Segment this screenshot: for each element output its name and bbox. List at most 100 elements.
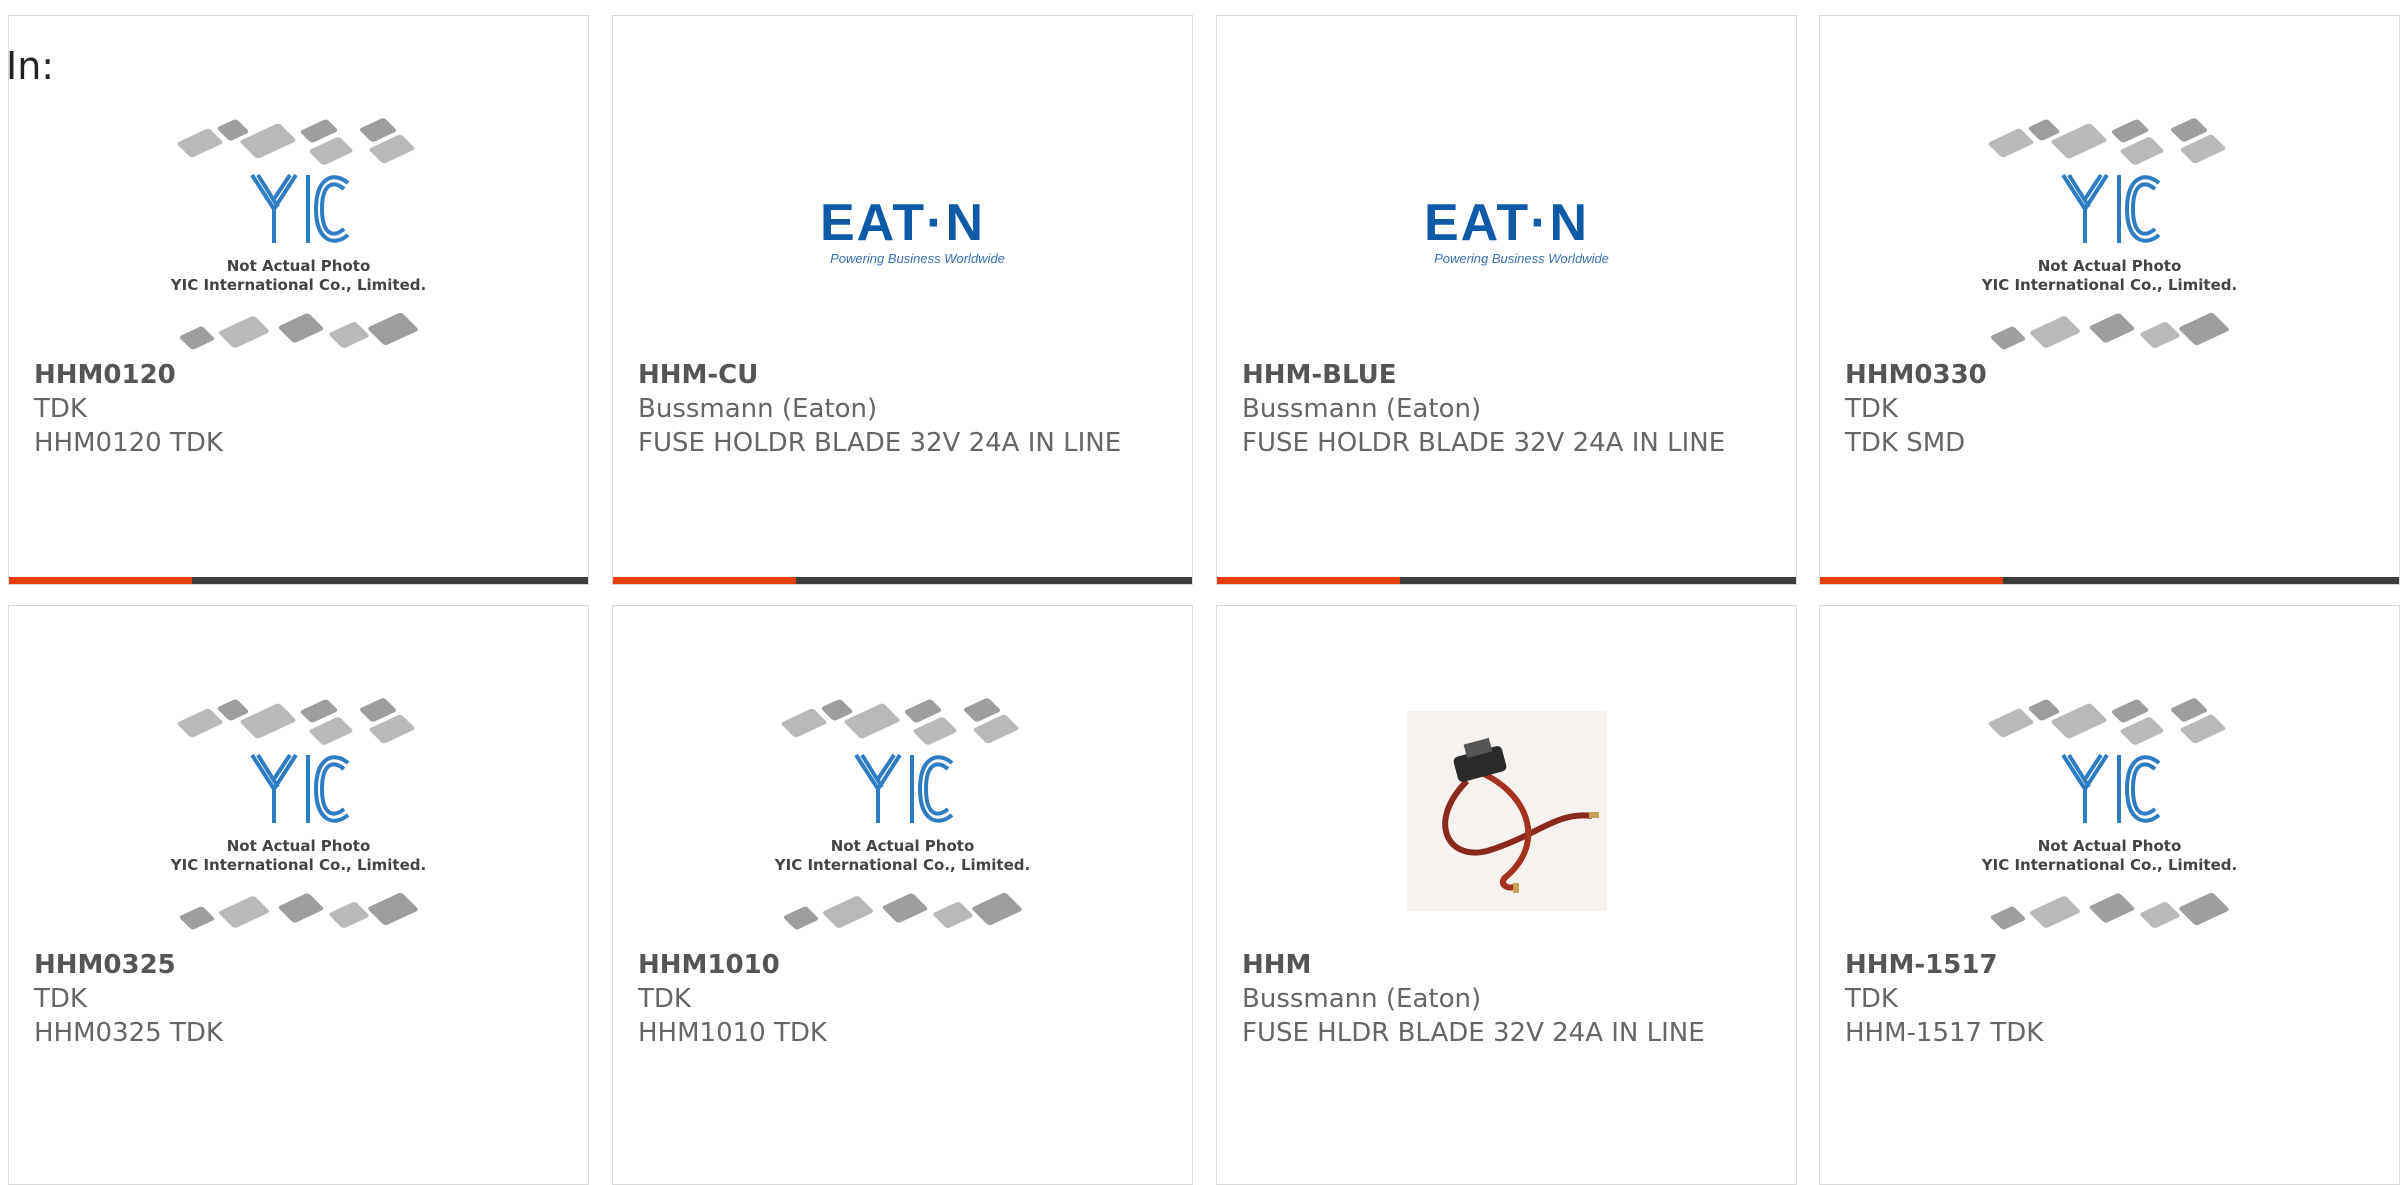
chip-graphic bbox=[175, 127, 224, 159]
eaton-logo: EAT·N Powering Business Worldwide bbox=[819, 193, 1005, 266]
part-number[interactable]: HHM bbox=[1242, 948, 1736, 982]
product-grid: Not Actual Photo YIC International Co., L… bbox=[0, 0, 2400, 1185]
eaton-logo: EAT·N Powering Business Worldwide bbox=[1423, 193, 1609, 266]
yic-placeholder-image: Not Actual Photo YIC International Co., L… bbox=[1975, 111, 2245, 351]
chip-graphic bbox=[1988, 905, 2027, 931]
manufacturer: Bussmann (Eaton) bbox=[1242, 394, 1482, 424]
chip-graphic bbox=[2028, 895, 2081, 929]
chip-graphic bbox=[276, 312, 325, 344]
manufacturer: TDK bbox=[1845, 984, 1898, 1014]
part-number[interactable]: HHM-BLUE bbox=[1242, 358, 1736, 392]
in-label: In: bbox=[6, 44, 55, 88]
product-image[interactable]: Not Actual Photo YIC International Co., L… bbox=[1820, 676, 2399, 946]
chip-graphic bbox=[779, 707, 828, 739]
product-image[interactable]: EAT·N Powering Business Worldwide bbox=[613, 96, 1192, 366]
yic-logo-icon bbox=[249, 173, 349, 243]
product-card[interactable]: Not Actual Photo YIC International Co., L… bbox=[1819, 15, 2400, 585]
chip-graphic bbox=[177, 905, 216, 931]
yic-logo-icon bbox=[249, 753, 349, 823]
yic-placeholder-image: Not Actual Photo YIC International Co., L… bbox=[1975, 691, 2245, 931]
chip-graphic bbox=[2049, 702, 2108, 740]
manufacturer: TDK bbox=[34, 984, 87, 1014]
not-actual-photo-text: Not Actual Photo bbox=[830, 837, 975, 855]
chip-graphic bbox=[1986, 707, 2035, 739]
yic-company-text: YIC International Co., Limited. bbox=[1981, 276, 2238, 294]
product-card[interactable]: HHM Bussmann (Eaton) FUSE HLDR BLADE 32V… bbox=[1216, 605, 1797, 1185]
chip-graphic bbox=[2177, 891, 2230, 927]
part-number[interactable]: HHM-1517 bbox=[1845, 948, 2339, 982]
product-card[interactable]: EAT·N Powering Business Worldwide HHM-CU… bbox=[612, 15, 1193, 585]
chip-graphic bbox=[821, 895, 874, 929]
not-actual-photo-text: Not Actual Photo bbox=[2037, 837, 2182, 855]
yic-logo-icon bbox=[2060, 173, 2160, 243]
yic-placeholder-image: Not Actual Photo YIC International Co., L… bbox=[164, 691, 434, 931]
chip-graphic bbox=[970, 891, 1023, 927]
part-number[interactable]: HHM0330 bbox=[1845, 358, 2339, 392]
card-bar bbox=[613, 577, 1192, 584]
chip-graphic bbox=[175, 707, 224, 739]
product-card[interactable]: Not Actual Photo YIC International Co., L… bbox=[612, 605, 1193, 1185]
product-card[interactable]: Not Actual Photo YIC International Co., L… bbox=[8, 15, 589, 585]
description: HHM1010 TDK bbox=[638, 1018, 827, 1048]
product-card[interactable]: EAT·N Powering Business Worldwide HHM-BL… bbox=[1216, 15, 1797, 585]
not-actual-photo-text: Not Actual Photo bbox=[226, 257, 371, 275]
product-image[interactable] bbox=[1217, 676, 1796, 946]
chip-graphic bbox=[217, 895, 270, 929]
chip-graphic bbox=[2087, 892, 2136, 924]
description: HHM-1517 TDK bbox=[1845, 1018, 2044, 1048]
chip-graphic bbox=[2049, 122, 2108, 160]
part-number[interactable]: HHM-CU bbox=[638, 358, 1132, 392]
product-image[interactable]: Not Actual Photo YIC International Co., L… bbox=[1820, 96, 2399, 366]
card-bar bbox=[1217, 577, 1796, 584]
product-image[interactable]: Not Actual Photo YIC International Co., L… bbox=[613, 676, 1192, 946]
chip-graphic bbox=[1986, 127, 2035, 159]
chip-graphic bbox=[238, 702, 297, 740]
chip-graphic bbox=[276, 892, 325, 924]
chip-graphic bbox=[842, 702, 901, 740]
chip-graphic bbox=[2087, 312, 2136, 344]
part-number[interactable]: HHM0325 bbox=[34, 948, 528, 982]
chip-graphic bbox=[880, 892, 929, 924]
product-image[interactable]: Not Actual Photo YIC International Co., L… bbox=[9, 96, 588, 366]
manufacturer: Bussmann (Eaton) bbox=[1242, 984, 1482, 1014]
chip-graphic bbox=[238, 122, 297, 160]
description: HHM0120 TDK bbox=[34, 428, 223, 458]
description: TDK SMD bbox=[1845, 428, 1966, 458]
yic-placeholder-image: Not Actual Photo YIC International Co., L… bbox=[768, 691, 1038, 931]
chip-graphic bbox=[2138, 901, 2181, 929]
chip-graphic bbox=[781, 905, 820, 931]
chip-graphic bbox=[327, 321, 370, 349]
chip-graphic bbox=[2138, 321, 2181, 349]
description: FUSE HOLDR BLADE 32V 24A IN LINE bbox=[1242, 428, 1726, 458]
not-actual-photo-text: Not Actual Photo bbox=[226, 837, 371, 855]
manufacturer: TDK bbox=[34, 394, 87, 424]
chip-graphic bbox=[366, 891, 419, 927]
manufacturer: TDK bbox=[638, 984, 691, 1014]
chip-graphic bbox=[327, 901, 370, 929]
not-actual-photo-text: Not Actual Photo bbox=[2037, 257, 2182, 275]
yic-logo-icon bbox=[853, 753, 953, 823]
product-image[interactable]: Not Actual Photo YIC International Co., L… bbox=[9, 676, 588, 946]
yic-company-text: YIC International Co., Limited. bbox=[170, 856, 427, 874]
card-bar bbox=[1820, 577, 2399, 584]
product-card[interactable]: Not Actual Photo YIC International Co., L… bbox=[8, 605, 589, 1185]
yic-placeholder-image: Not Actual Photo YIC International Co., L… bbox=[164, 111, 434, 351]
product-card[interactable]: Not Actual Photo YIC International Co., L… bbox=[1819, 605, 2400, 1185]
chip-graphic bbox=[177, 325, 216, 351]
description: FUSE HOLDR BLADE 32V 24A IN LINE bbox=[638, 428, 1122, 458]
manufacturer: TDK bbox=[1845, 394, 1898, 424]
yic-company-text: YIC International Co., Limited. bbox=[774, 856, 1031, 874]
part-number[interactable]: HHM1010 bbox=[638, 948, 1132, 982]
card-bar bbox=[9, 577, 588, 584]
chip-graphic bbox=[366, 311, 419, 347]
yic-company-text: YIC International Co., Limited. bbox=[170, 276, 427, 294]
yic-company-text: YIC International Co., Limited. bbox=[1981, 856, 2238, 874]
chip-graphic bbox=[217, 315, 270, 349]
yic-logo-icon bbox=[2060, 753, 2160, 823]
chip-graphic bbox=[931, 901, 974, 929]
chip-graphic bbox=[1988, 325, 2027, 351]
description: FUSE HLDR BLADE 32V 24A IN LINE bbox=[1242, 1018, 1705, 1048]
product-image[interactable]: EAT·N Powering Business Worldwide bbox=[1217, 96, 1796, 366]
fuse-holder-photo bbox=[1406, 711, 1607, 911]
part-number[interactable]: HHM0120 bbox=[34, 358, 528, 392]
